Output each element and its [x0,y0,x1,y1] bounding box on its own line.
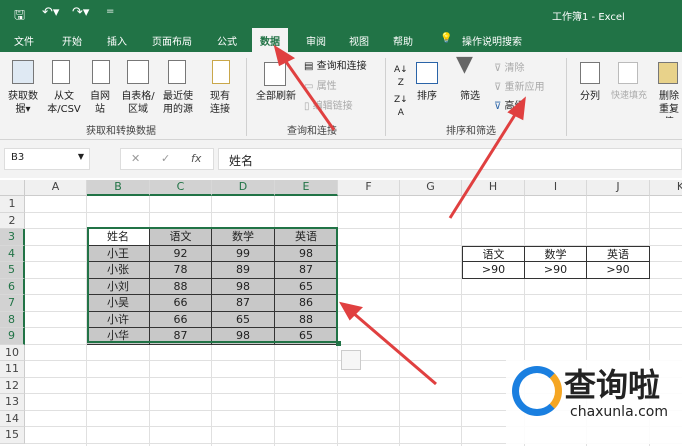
watermark-logo-icon [512,366,562,416]
arrow-to-table [351,310,437,386]
arrow-head [273,44,296,67]
arrow-to-data-tab [280,55,336,131]
arrow-head [507,96,526,121]
arrow-to-advanced [448,109,520,219]
watermark-url: chaxunla.com [570,404,668,420]
watermark: 查询啦 chaxunla.com [506,360,682,444]
watermark-brand: 查询啦 [564,366,661,404]
